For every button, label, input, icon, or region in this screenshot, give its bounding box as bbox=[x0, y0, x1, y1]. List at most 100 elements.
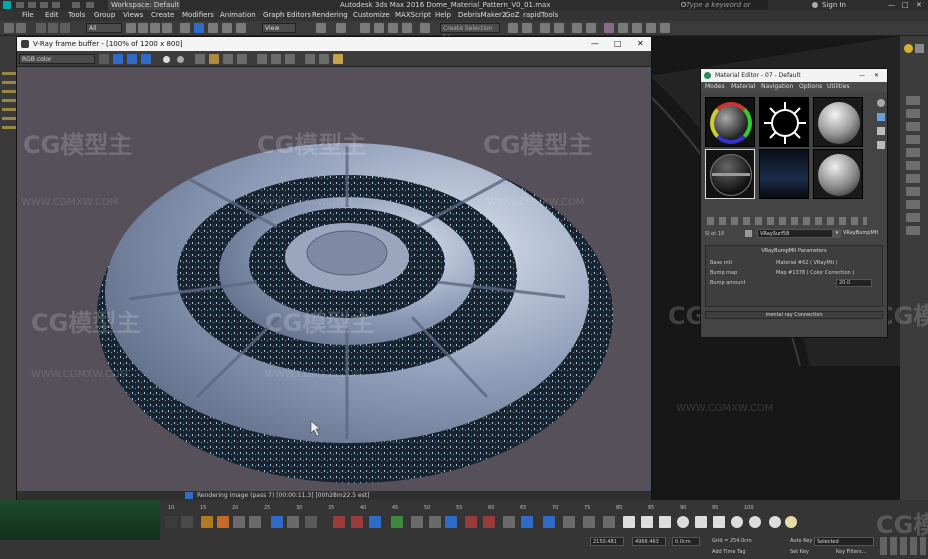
channel-b-icon[interactable] bbox=[141, 54, 151, 64]
pivot-icon[interactable] bbox=[236, 23, 246, 33]
shelf-tool-icon[interactable] bbox=[369, 516, 381, 528]
chevron-down-icon[interactable]: ▾ bbox=[833, 229, 841, 238]
move-icon[interactable] bbox=[180, 23, 190, 33]
add-time-tag[interactable]: Add Time Tag bbox=[712, 549, 746, 555]
scale-icon[interactable] bbox=[208, 23, 218, 33]
redo-icon[interactable] bbox=[16, 23, 26, 33]
mental-ray-rollout[interactable]: mental ray Connection bbox=[705, 311, 883, 319]
background-icon[interactable] bbox=[877, 127, 885, 135]
edit-named-sel-icon[interactable] bbox=[420, 23, 430, 33]
spinner-snap-icon[interactable] bbox=[402, 23, 412, 33]
angle-snap-icon[interactable] bbox=[374, 23, 384, 33]
shelf-tool-icon[interactable] bbox=[659, 516, 671, 528]
vfb-maximize-button[interactable]: □ bbox=[614, 37, 622, 51]
mated-menu-material[interactable]: Material bbox=[731, 82, 755, 92]
keyboard-shortcut-icon[interactable] bbox=[336, 23, 346, 33]
undo-icon[interactable] bbox=[4, 23, 14, 33]
workspace-selector[interactable]: Workspace: Default bbox=[108, 0, 180, 10]
shelf-tool-icon[interactable] bbox=[411, 516, 423, 528]
shelf-tool-icon[interactable] bbox=[391, 516, 403, 528]
sample-slot[interactable] bbox=[759, 97, 809, 147]
window-crossing-icon[interactable] bbox=[162, 23, 172, 33]
region-select-icon[interactable] bbox=[150, 23, 160, 33]
channel-dropdown[interactable]: RGB color bbox=[19, 54, 95, 64]
bind-spacewarp-icon[interactable] bbox=[60, 23, 70, 33]
channel-r-icon[interactable] bbox=[113, 54, 123, 64]
vfb-close-button[interactable]: ✕ bbox=[637, 37, 644, 51]
menu-create[interactable]: Create bbox=[151, 10, 174, 21]
schematic-view-icon[interactable] bbox=[586, 23, 596, 33]
coord-x-field[interactable]: 2150.481 bbox=[590, 537, 624, 546]
select-place-icon[interactable] bbox=[222, 23, 232, 33]
sample-uv-icon[interactable] bbox=[877, 141, 885, 149]
render-production-icon[interactable] bbox=[646, 23, 656, 33]
shelf-tool-icon[interactable] bbox=[623, 516, 635, 528]
material-name-input[interactable]: VRaySurf58 bbox=[757, 229, 833, 238]
sample-slot-selected[interactable] bbox=[705, 149, 755, 199]
shelf-tool-icon[interactable] bbox=[249, 516, 261, 528]
menu-animation[interactable]: Animation bbox=[220, 10, 256, 21]
render-teapot-icon[interactable] bbox=[333, 54, 343, 64]
render-setup-icon[interactable] bbox=[618, 23, 628, 33]
render-canvas[interactable]: CG模型主 CG模型主 CG模型主 WWW.CGMXW.COM WWW.CGMX… bbox=[17, 67, 651, 491]
auto-key-label[interactable]: Auto Key bbox=[790, 538, 812, 544]
menu-maxscript[interactable]: MAXScript bbox=[395, 10, 431, 21]
user-icon[interactable] bbox=[812, 2, 818, 8]
shelf-tool-icon[interactable] bbox=[563, 516, 575, 528]
sign-in-link[interactable]: Sign In bbox=[822, 0, 846, 10]
channel-g-icon[interactable] bbox=[127, 54, 137, 64]
mirror-icon[interactable] bbox=[508, 23, 518, 33]
timeline-ruler[interactable]: 10 15 20 25 30 35 40 45 50 55 60 65 70 7… bbox=[160, 505, 780, 513]
mated-menu-navigation[interactable]: Navigation bbox=[761, 82, 793, 92]
rotate-icon[interactable] bbox=[194, 23, 204, 33]
scene-tree[interactable] bbox=[2, 72, 16, 132]
clear-image-icon[interactable] bbox=[223, 54, 233, 64]
menu-customize[interactable]: Customize bbox=[353, 10, 390, 21]
menu-rapidtools[interactable]: rapidTools bbox=[523, 10, 558, 21]
bump-amount-spinner[interactable]: 20.0 bbox=[836, 279, 872, 287]
percent-snap-icon[interactable] bbox=[388, 23, 398, 33]
pick-material-icon[interactable] bbox=[745, 230, 752, 237]
minimize-button[interactable]: — bbox=[888, 0, 895, 10]
mated-minimize-button[interactable]: — bbox=[859, 69, 865, 82]
manipulate-icon[interactable] bbox=[316, 23, 326, 33]
shelf-tool-icon[interactable] bbox=[465, 516, 477, 528]
shelf-tool-icon[interactable] bbox=[583, 516, 595, 528]
material-editor-icon[interactable] bbox=[604, 23, 614, 33]
shelf-tool-icon[interactable] bbox=[181, 516, 193, 528]
shelf-tool-icon[interactable] bbox=[749, 516, 761, 528]
sample-slot[interactable] bbox=[813, 97, 863, 147]
shelf-tool-icon[interactable] bbox=[333, 516, 345, 528]
menu-modifiers[interactable]: Modifiers bbox=[182, 10, 214, 21]
menu-edit[interactable]: Edit bbox=[45, 10, 59, 21]
channel-red-icon[interactable] bbox=[99, 54, 109, 64]
stop-icon[interactable] bbox=[319, 54, 329, 64]
shelf-tool-icon[interactable] bbox=[445, 516, 457, 528]
render-icon[interactable] bbox=[305, 54, 315, 64]
select-object-icon[interactable] bbox=[126, 23, 136, 33]
shelf-tool-icon[interactable] bbox=[483, 516, 495, 528]
alpha-icon[interactable] bbox=[177, 56, 184, 63]
modify-tab-icon[interactable] bbox=[915, 44, 924, 53]
shelf-tool-icon[interactable] bbox=[695, 516, 707, 528]
quick-access-toolbar[interactable] bbox=[16, 2, 104, 8]
named-selection-dropdown[interactable]: Create Selection Se bbox=[440, 23, 500, 41]
menu-graph-editors[interactable]: Graph Editors bbox=[263, 10, 311, 21]
set-key-label[interactable]: Set Key bbox=[790, 549, 809, 555]
menu-debrismaker[interactable]: DebrisMaker2 bbox=[458, 10, 506, 21]
shelf-tool-icon[interactable] bbox=[641, 516, 653, 528]
curve-editor-icon[interactable] bbox=[572, 23, 582, 33]
scene-explorer-icon[interactable] bbox=[554, 23, 564, 33]
coord-z-field[interactable]: 0.0cm bbox=[672, 537, 700, 546]
create-tab-icon[interactable] bbox=[904, 44, 913, 53]
bump-map-button[interactable]: Map #1378 ( Color Correction ) bbox=[776, 270, 854, 276]
backlight-icon[interactable] bbox=[877, 113, 885, 121]
rollout-title[interactable]: VRayBumpMtl Parameters bbox=[706, 248, 882, 254]
select-by-name-icon[interactable] bbox=[138, 23, 148, 33]
shelf-tool-icon[interactable] bbox=[287, 516, 299, 528]
key-mode-dropdown[interactable]: Selected bbox=[814, 537, 874, 546]
panel-scroll[interactable] bbox=[906, 96, 920, 236]
unlink-icon[interactable] bbox=[48, 23, 58, 33]
shelf-tool-icon[interactable] bbox=[201, 516, 213, 528]
mated-menu-utilities[interactable]: Utilities bbox=[827, 82, 850, 92]
